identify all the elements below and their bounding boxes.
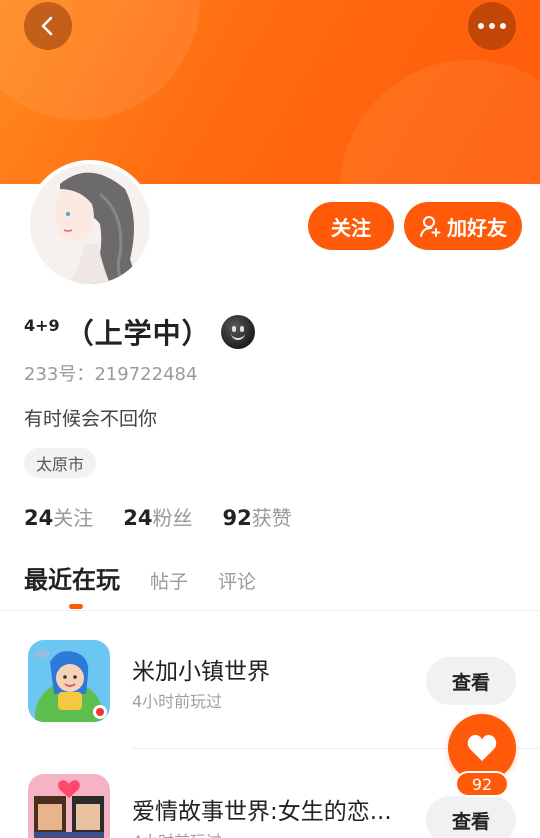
follow-label: 关注 xyxy=(331,215,371,240)
more-button[interactable] xyxy=(468,2,516,50)
stats-row: 24 关注 24 粉丝 92 获赞 xyxy=(24,502,292,531)
game-time: 4小时前玩过 xyxy=(132,692,223,711)
stat-number: 24 xyxy=(123,506,153,530)
bio-text: 有时候会不回你 xyxy=(24,408,158,430)
uid-value: 219722484 xyxy=(94,364,198,385)
game-time: 4小时前玩过 xyxy=(132,828,222,838)
view-button[interactable]: 查看 xyxy=(426,657,516,705)
avatar[interactable] xyxy=(26,160,154,288)
uid-label: 233号： xyxy=(24,364,95,385)
name-prefix: 4+9 xyxy=(24,316,60,335)
smiling-face-icon xyxy=(220,315,255,349)
chevron-left-icon xyxy=(41,16,53,36)
heart-icon xyxy=(467,735,497,761)
profile-banner xyxy=(0,0,540,184)
view-label: 查看 xyxy=(451,671,490,694)
girl-avatar xyxy=(30,164,150,284)
view-button[interactable]: 查看 xyxy=(426,796,516,838)
stat-label: 获赞 xyxy=(251,506,292,530)
city-tag: 太原市 xyxy=(24,448,97,478)
add-friend-button[interactable]: 加好友 xyxy=(404,202,522,250)
game-name: 爱情故事世界:女生的恋... xyxy=(132,799,392,825)
stat-number: 92 xyxy=(222,506,252,530)
tab-indicator xyxy=(69,604,83,609)
like-count-badge: 92 xyxy=(455,771,509,797)
more-dots-icon xyxy=(478,23,506,29)
stat-label: 关注 xyxy=(53,506,94,530)
stat-number: 24 xyxy=(24,506,54,530)
stat-following[interactable]: 24 关注 xyxy=(24,502,93,531)
stat-likes[interactable]: 92 获赞 xyxy=(222,502,291,531)
tab-recently-played[interactable]: 最近在玩 xyxy=(24,560,120,595)
user-id: 233号：219722484 xyxy=(24,360,197,386)
view-label: 查看 xyxy=(451,810,490,833)
game-art xyxy=(28,774,110,838)
game-icon-love-story[interactable] xyxy=(28,774,110,838)
stat-label: 粉丝 xyxy=(152,506,193,530)
game-name: 米加小镇世界 xyxy=(132,659,270,685)
tab-comments[interactable]: 评论 xyxy=(218,567,256,594)
user-plus-icon xyxy=(420,216,441,237)
tab-posts[interactable]: 帖子 xyxy=(150,567,188,594)
profile-name: 4+9 （上学中） xyxy=(24,312,255,352)
back-button[interactable] xyxy=(24,2,72,50)
like-count: 92 xyxy=(471,774,493,794)
game-icon-miga[interactable] xyxy=(28,640,110,722)
nickname: （上学中） xyxy=(65,317,211,350)
stat-followers[interactable]: 24 粉丝 xyxy=(123,502,192,531)
profile-tabs: 最近在玩 帖子 评论 xyxy=(24,560,256,595)
add-friend-label: 加好友 xyxy=(447,215,507,240)
city-label: 太原市 xyxy=(36,455,85,474)
game-art xyxy=(28,640,110,722)
follow-button[interactable]: 关注 xyxy=(308,202,394,250)
divider xyxy=(0,610,540,611)
